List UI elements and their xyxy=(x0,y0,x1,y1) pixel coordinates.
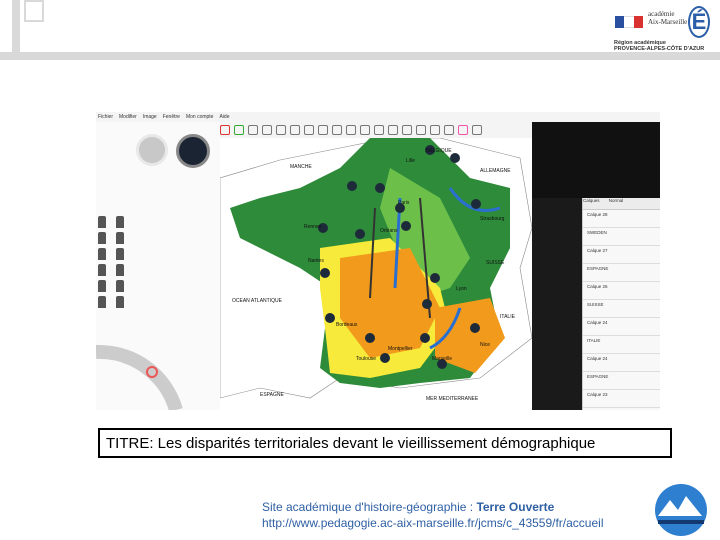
map-label: Bordeaux xyxy=(336,322,358,328)
blend-mode-select[interactable]: Normal xyxy=(609,198,624,203)
zoom-icon[interactable] xyxy=(248,125,258,135)
text-icon[interactable] xyxy=(346,125,356,135)
footer-url[interactable]: http://www.pedagogie.ac-aix-marseille.fr… xyxy=(262,516,603,530)
logo-line1: académie xyxy=(648,10,675,18)
redo-icon[interactable] xyxy=(234,125,244,135)
undo-icon[interactable] xyxy=(220,125,230,135)
fill-icon[interactable] xyxy=(402,125,412,135)
left-tool-panel xyxy=(96,122,220,410)
map-label: ALLEMAGNE xyxy=(480,168,511,174)
shape-icon[interactable] xyxy=(388,125,398,135)
layer-row[interactable]: Calque 24 xyxy=(583,354,660,372)
tool-wheel xyxy=(96,344,183,410)
slide-title-box: TITRE: Les disparités territoriales deva… xyxy=(98,428,672,458)
map-label: Orléans xyxy=(380,228,398,234)
layer-row[interactable]: Calque 27 xyxy=(583,246,660,264)
map-label: BELGIQUE xyxy=(426,148,452,154)
decor-horizontal-bar xyxy=(0,52,720,60)
transform-icon[interactable] xyxy=(304,125,314,135)
terre-ouverte-logo xyxy=(655,484,707,536)
map-label: SUISSE xyxy=(486,260,505,266)
decor-box xyxy=(24,0,44,22)
footer-site-name[interactable]: Terre Ouverte xyxy=(476,500,554,514)
curve-icon[interactable] xyxy=(430,125,440,135)
rect-select-icon[interactable] xyxy=(318,125,328,135)
layers-panel: Calques Normal Calque 28 SWEDEN Calque 2… xyxy=(582,198,660,410)
map-canvas[interactable]: BELGIQUE Lille MANCHE ALLEMAGNE Paris St… xyxy=(219,137,533,410)
map-label: ITALIE xyxy=(500,314,516,320)
layer-row[interactable]: Calque 28 xyxy=(583,210,660,228)
dark-strip xyxy=(532,198,582,410)
dark-panel xyxy=(532,122,660,198)
logo-line2: Aix-Marseille xyxy=(648,18,688,26)
select-icon[interactable] xyxy=(262,125,272,135)
french-flag-icon xyxy=(615,16,643,28)
map-label: Strasbourg xyxy=(480,216,505,222)
academie-logo: académie Aix-Marseille É Région académiq… xyxy=(612,4,712,52)
move-icon[interactable] xyxy=(276,125,286,135)
map-label: Nantes xyxy=(308,258,324,264)
menu-bar: Fichier Modifier Image Fenêtre Mon compt… xyxy=(96,112,660,122)
region-line2: PROVENCE-ALPES-CÔTE D'AZUR xyxy=(614,46,705,52)
color-icon[interactable] xyxy=(458,125,468,135)
logo-e-icon: É xyxy=(688,6,710,38)
layer-row[interactable]: Calque 26 xyxy=(583,282,660,300)
map-label: OCEAN ATLANTIQUE xyxy=(232,298,283,304)
layer-row[interactable]: SWEDEN xyxy=(583,228,660,246)
layer-row[interactable]: Calque 24 xyxy=(583,318,660,336)
menu-file[interactable]: Fichier xyxy=(98,114,113,120)
map-label: ESPAGNE xyxy=(260,392,284,398)
panel-title: Calques xyxy=(583,198,600,203)
pattern-icon[interactable] xyxy=(416,125,426,135)
map-label: Lille xyxy=(406,158,415,164)
menu-account[interactable]: Mon compte xyxy=(186,114,214,120)
map-label: Nice xyxy=(480,342,490,348)
layer-row[interactable]: SUISSE xyxy=(583,300,660,318)
map-label: Lyon xyxy=(456,286,467,292)
map-label: MANCHE xyxy=(290,164,312,170)
top-toolbar xyxy=(220,122,540,138)
menu-help[interactable]: Aide xyxy=(219,114,229,120)
map-label: Rennes xyxy=(304,224,322,230)
map-label: Toulouse xyxy=(356,356,376,362)
map-label: Montpellier xyxy=(388,346,413,352)
footer-prefix: Site académique d'histoire-géographie : xyxy=(262,500,477,514)
layer-row[interactable]: ESPAGNE xyxy=(583,372,660,390)
map-label: MER MEDITERRANEE xyxy=(426,396,479,402)
menu-window[interactable]: Fenêtre xyxy=(163,114,180,120)
grid-icon[interactable] xyxy=(472,125,482,135)
map-label: Marseille xyxy=(432,356,452,362)
lasso-icon[interactable] xyxy=(332,125,342,135)
app-screenshot: Fichier Modifier Image Fenêtre Mon compt… xyxy=(96,112,660,410)
layer-row[interactable]: Calque 23 xyxy=(583,390,660,408)
layer-icon[interactable] xyxy=(444,125,454,135)
crop-icon[interactable] xyxy=(290,125,300,135)
layer-row[interactable]: ESPAGNE xyxy=(583,264,660,282)
pen-icon[interactable] xyxy=(374,125,384,135)
france-map: BELGIQUE Lille MANCHE ALLEMAGNE Paris St… xyxy=(219,137,533,410)
menu-image[interactable]: Image xyxy=(143,114,157,120)
map-label: Paris xyxy=(398,200,410,206)
layer-row[interactable]: ITALIE xyxy=(583,336,660,354)
ruler-icon[interactable] xyxy=(360,125,370,135)
decor-vertical-bar xyxy=(12,0,20,58)
footer-site-line: Site académique d'histoire-géographie : … xyxy=(262,500,554,514)
menu-edit[interactable]: Modifier xyxy=(119,114,137,120)
slide-title: TITRE: Les disparités territoriales deva… xyxy=(106,434,596,452)
